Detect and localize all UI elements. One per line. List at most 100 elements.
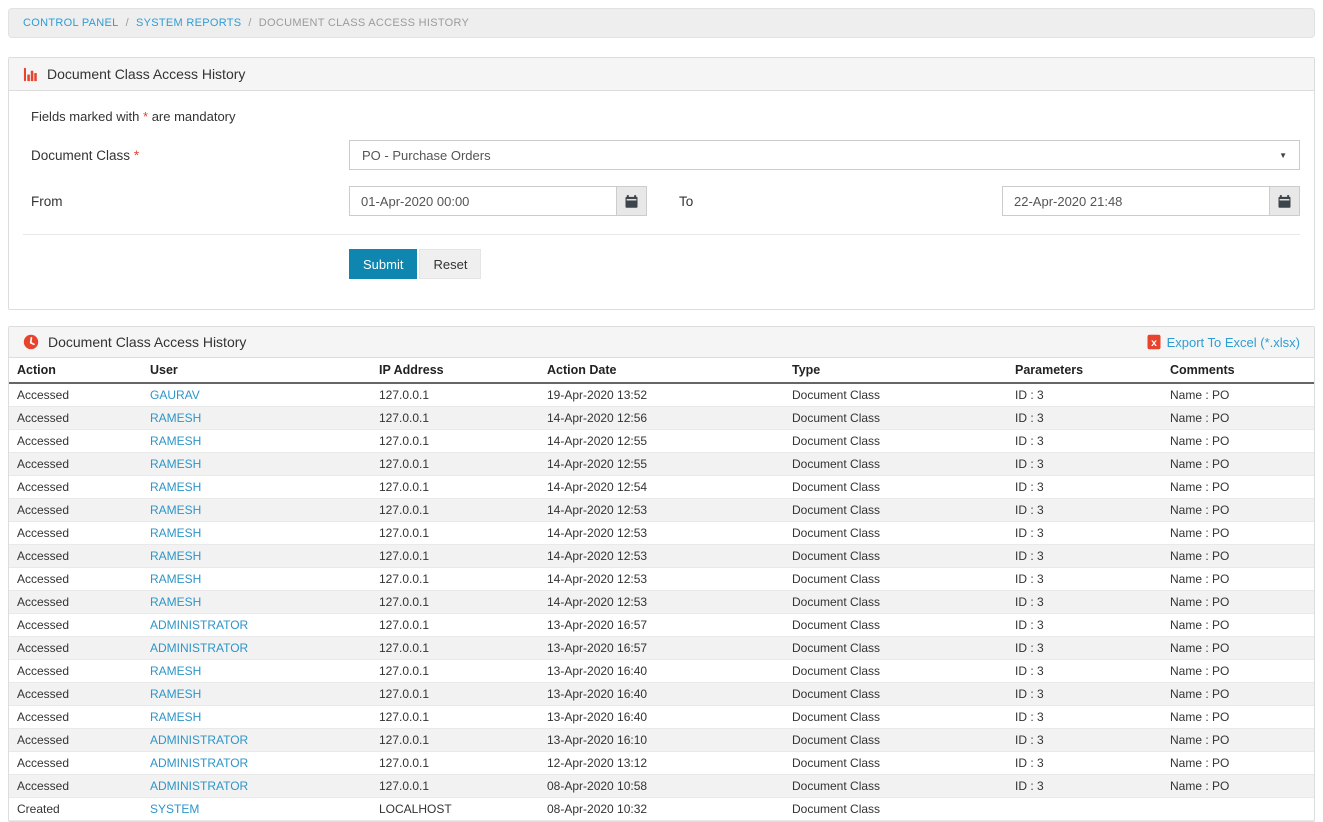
comments-cell: Name : PO: [1162, 453, 1314, 476]
user-cell: RAMESH: [142, 522, 371, 545]
action-cell: Accessed: [9, 383, 142, 407]
type-cell: Document Class: [784, 499, 1007, 522]
user-link[interactable]: RAMESH: [150, 710, 201, 724]
parameters-cell: ID : 3: [1007, 476, 1162, 499]
user-link[interactable]: ADMINISTRATOR: [150, 733, 248, 747]
action-date-cell: 14-Apr-2020 12:54: [539, 476, 784, 499]
breadcrumb-link-control-panel[interactable]: CONTROL PANEL: [23, 17, 119, 29]
type-cell: Document Class: [784, 476, 1007, 499]
user-link[interactable]: RAMESH: [150, 549, 201, 563]
action-cell: Created: [9, 798, 142, 821]
table-row: Accessed RAMESH 127.0.0.1 14-Apr-2020 12…: [9, 499, 1314, 522]
ip-address-cell: 127.0.0.1: [371, 775, 539, 798]
user-cell: ADMINISTRATOR: [142, 614, 371, 637]
user-link[interactable]: ADMINISTRATOR: [150, 618, 248, 632]
parameters-cell: ID : 3: [1007, 383, 1162, 407]
parameters-cell: ID : 3: [1007, 706, 1162, 729]
user-link[interactable]: RAMESH: [150, 503, 201, 517]
user-link[interactable]: RAMESH: [150, 572, 201, 586]
action-cell: Accessed: [9, 752, 142, 775]
document-class-row: Document Class * PO - Purchase Orders ▼: [23, 140, 1300, 170]
ip-address-cell: 127.0.0.1: [371, 637, 539, 660]
type-cell: Document Class: [784, 430, 1007, 453]
user-link[interactable]: RAMESH: [150, 595, 201, 609]
action-date-cell: 13-Apr-2020 16:40: [539, 660, 784, 683]
type-cell: Document Class: [784, 453, 1007, 476]
comments-cell: Name : PO: [1162, 499, 1314, 522]
to-calendar-button[interactable]: [1269, 186, 1300, 216]
submit-button[interactable]: Submit: [349, 249, 417, 279]
user-link[interactable]: ADMINISTRATOR: [150, 779, 248, 793]
excel-file-icon: x: [1147, 334, 1161, 350]
user-cell: RAMESH: [142, 706, 371, 729]
action-date-cell: 13-Apr-2020 16:40: [539, 683, 784, 706]
parameters-cell: ID : 3: [1007, 660, 1162, 683]
ip-address-cell: 127.0.0.1: [371, 660, 539, 683]
parameters-cell: ID : 3: [1007, 453, 1162, 476]
breadcrumb-link-system-reports[interactable]: SYSTEM REPORTS: [136, 17, 241, 29]
svg-text:x: x: [1151, 337, 1157, 349]
parameters-cell: ID : 3: [1007, 775, 1162, 798]
to-date-input[interactable]: [1002, 186, 1270, 216]
table-header-row: Action User IP Address Action Date Type …: [9, 358, 1314, 383]
action-date-cell: 13-Apr-2020 16:57: [539, 637, 784, 660]
comments-cell: Name : PO: [1162, 660, 1314, 683]
history-panel-header: Document Class Access History x Export T…: [9, 327, 1314, 358]
user-cell: RAMESH: [142, 430, 371, 453]
user-link[interactable]: GAURAV: [150, 388, 200, 402]
table-row: Accessed RAMESH 127.0.0.1 13-Apr-2020 16…: [9, 683, 1314, 706]
parameters-cell: ID : 3: [1007, 591, 1162, 614]
action-date-cell: 14-Apr-2020 12:53: [539, 522, 784, 545]
user-link[interactable]: RAMESH: [150, 526, 201, 540]
action-cell: Accessed: [9, 476, 142, 499]
user-link[interactable]: SYSTEM: [150, 802, 199, 816]
from-date-input[interactable]: [349, 186, 617, 216]
from-calendar-button[interactable]: [616, 186, 647, 216]
user-link[interactable]: RAMESH: [150, 480, 201, 494]
user-link[interactable]: ADMINISTRATOR: [150, 641, 248, 655]
user-cell: ADMINISTRATOR: [142, 752, 371, 775]
type-cell: Document Class: [784, 614, 1007, 637]
user-link[interactable]: RAMESH: [150, 411, 201, 425]
ip-address-cell: 127.0.0.1: [371, 591, 539, 614]
form-buttons-row: Submit Reset: [349, 249, 1300, 279]
table-row: Accessed RAMESH 127.0.0.1 14-Apr-2020 12…: [9, 591, 1314, 614]
action-cell: Accessed: [9, 522, 142, 545]
action-cell: Accessed: [9, 706, 142, 729]
user-link[interactable]: RAMESH: [150, 457, 201, 471]
history-panel-title: Document Class Access History: [48, 334, 246, 350]
parameters-cell: ID : 3: [1007, 499, 1162, 522]
user-link[interactable]: RAMESH: [150, 434, 201, 448]
action-cell: Accessed: [9, 775, 142, 798]
bar-chart-icon: [23, 67, 38, 82]
table-row: Accessed ADMINISTRATOR 127.0.0.1 08-Apr-…: [9, 775, 1314, 798]
user-link[interactable]: RAMESH: [150, 687, 201, 701]
action-date-cell: 14-Apr-2020 12:55: [539, 430, 784, 453]
table-row: Accessed ADMINISTRATOR 127.0.0.1 13-Apr-…: [9, 637, 1314, 660]
type-cell: Document Class: [784, 706, 1007, 729]
column-header-type: Type: [784, 358, 1007, 383]
type-cell: Document Class: [784, 383, 1007, 407]
column-header-ip-address: IP Address: [371, 358, 539, 383]
type-cell: Document Class: [784, 775, 1007, 798]
report-form-panel-title: Document Class Access History: [47, 66, 245, 82]
breadcrumb: CONTROL PANEL / SYSTEM REPORTS / DOCUMEN…: [8, 8, 1315, 38]
mandatory-note-prefix: Fields marked with: [31, 109, 139, 124]
comments-cell: [1162, 798, 1314, 821]
export-to-excel-link[interactable]: x Export To Excel (*.xlsx): [1147, 334, 1300, 350]
parameters-cell: ID : 3: [1007, 568, 1162, 591]
user-link[interactable]: ADMINISTRATOR: [150, 756, 248, 770]
reset-button[interactable]: Reset: [419, 249, 481, 279]
chevron-down-icon: ▼: [1279, 151, 1287, 160]
report-form-panel: Document Class Access History Fields mar…: [8, 57, 1315, 310]
document-class-select[interactable]: PO - Purchase Orders ▼: [349, 140, 1300, 170]
breadcrumb-separator: /: [126, 17, 129, 29]
document-class-label-text: Document Class: [31, 148, 130, 163]
user-link[interactable]: RAMESH: [150, 664, 201, 678]
date-range-row: From To: [23, 186, 1300, 216]
required-asterisk: *: [134, 148, 139, 163]
parameters-cell: ID : 3: [1007, 407, 1162, 430]
parameters-cell: ID : 3: [1007, 752, 1162, 775]
table-row: Accessed RAMESH 127.0.0.1 14-Apr-2020 12…: [9, 407, 1314, 430]
table-row: Accessed RAMESH 127.0.0.1 14-Apr-2020 12…: [9, 568, 1314, 591]
